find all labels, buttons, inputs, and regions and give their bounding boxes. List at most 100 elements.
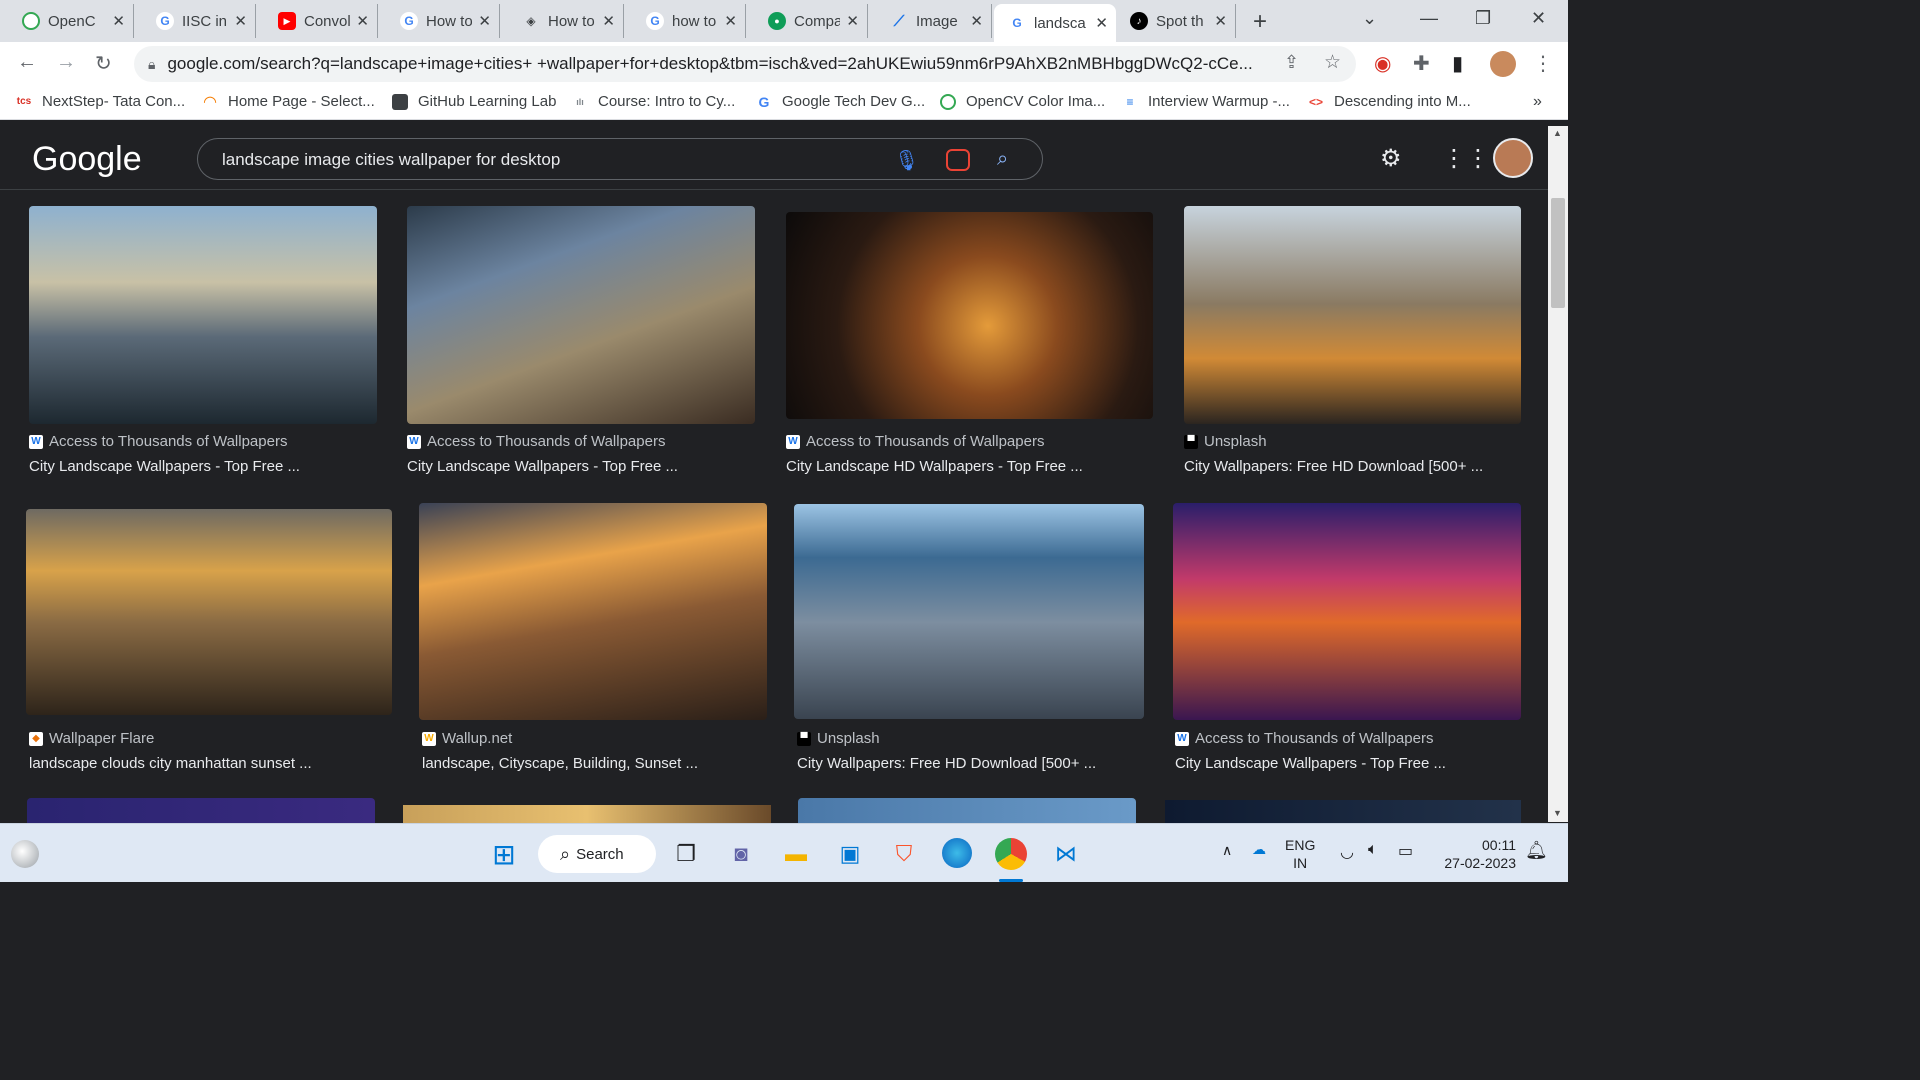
tab-3[interactable]: G How to ✕ — [378, 4, 500, 38]
new-tab-icon[interactable]: + — [1253, 8, 1267, 36]
result-image[interactable] — [786, 212, 1153, 419]
close-icon[interactable]: ✕ — [846, 12, 859, 30]
tab-search-chevron-icon[interactable]: ⌄ — [1362, 8, 1377, 29]
onedrive-icon[interactable]: ☁ — [1252, 841, 1266, 858]
result-title[interactable]: City Wallpapers: Free HD Download [500+ … — [797, 755, 1096, 772]
wifi-icon[interactable]: ◡ — [1340, 842, 1354, 862]
result-title[interactable]: City Landscape Wallpapers - Top Free ... — [29, 458, 300, 475]
close-icon[interactable]: ✕ — [724, 12, 737, 30]
microsoft-store-icon[interactable]: ▣ — [834, 838, 866, 870]
bookmark-0[interactable]: tcs NextStep- Tata Con... — [16, 93, 185, 110]
apps-grid-icon[interactable]: ⋮⋮ — [1442, 144, 1490, 173]
account-avatar[interactable] — [1493, 138, 1533, 178]
close-icon[interactable]: ✕ — [478, 12, 491, 30]
side-panel-icon[interactable]: ▮ — [1452, 51, 1463, 76]
close-icon[interactable]: ✕ — [356, 12, 369, 30]
windows-start-icon[interactable]: ⊞ — [488, 838, 520, 870]
search-box[interactable]: landscape image cities wallpaper for des… — [197, 138, 1043, 180]
tab-7[interactable]: ⟋ Image ✕ — [868, 4, 992, 38]
task-view-icon[interactable]: ❐ — [670, 838, 702, 870]
result-title[interactable]: landscape clouds city manhattan sunset .… — [29, 755, 312, 772]
bookmark-6[interactable]: ≡ Interview Warmup -... — [1122, 93, 1290, 110]
result-card-partial[interactable] — [798, 798, 1136, 823]
tab-2[interactable]: ▶ Convol ✕ — [256, 4, 378, 38]
tray-overflow-chevron-icon[interactable]: ∧ — [1222, 842, 1232, 859]
search-icon[interactable]: ⌕ — [997, 148, 1008, 171]
result-title[interactable]: City Landscape Wallpapers - Top Free ... — [1175, 755, 1446, 772]
tab-6[interactable]: ● Compa ✕ — [746, 4, 868, 38]
settings-gear-icon[interactable]: ⚙ — [1380, 144, 1402, 173]
search-query[interactable]: landscape image cities wallpaper for des… — [222, 150, 560, 170]
tab-9[interactable]: ♪ Spot th ✕ — [1118, 4, 1236, 38]
google-logo[interactable]: Google — [32, 140, 142, 179]
clock[interactable]: 00:11 27-02-2023 — [1436, 836, 1516, 872]
address-bar[interactable]: 🔒︎ google.com/search?q=landscape+image+c… — [134, 46, 1356, 82]
language-indicator[interactable]: ENG IN — [1285, 836, 1315, 872]
bookmark-1[interactable]: ◠ Home Page - Select... — [202, 93, 375, 111]
tab-8-active[interactable]: G landsca ✕ — [994, 4, 1116, 42]
result-source[interactable]: W Access to Thousands of Wallpapers — [407, 433, 665, 450]
taskbar-search[interactable]: ⌕ Search — [538, 835, 656, 873]
close-icon[interactable]: ✕ — [234, 12, 247, 30]
tab-1[interactable]: G IISC in ✕ — [134, 4, 256, 38]
result-title[interactable]: City Landscape HD Wallpapers - Top Free … — [786, 458, 1083, 475]
close-icon[interactable]: ✕ — [1214, 12, 1227, 30]
result-title[interactable]: City Wallpapers: Free HD Download [500+ … — [1184, 458, 1483, 475]
extensions-puzzle-icon[interactable]: ✚ — [1413, 51, 1430, 76]
forward-arrow-icon[interactable]: → — [56, 51, 76, 74]
chrome-browser-icon[interactable] — [995, 838, 1027, 870]
tab-0[interactable]: OpenC ✕ — [0, 4, 134, 38]
result-source[interactable]: ◆ Wallpaper Flare — [29, 730, 154, 747]
volume-icon[interactable]: 🔈︎ — [1368, 841, 1378, 859]
scrollbar-thumb[interactable] — [1551, 198, 1565, 308]
result-source[interactable]: W Access to Thousands of Wallpapers — [29, 433, 287, 450]
tab-5[interactable]: G how to ✕ — [624, 4, 746, 38]
minimize-icon[interactable]: — — [1420, 8, 1438, 29]
result-card-partial[interactable] — [27, 798, 375, 823]
teams-chat-icon[interactable]: ◙ — [725, 838, 757, 870]
result-source[interactable]: W Access to Thousands of Wallpapers — [1175, 730, 1433, 747]
result-image[interactable] — [794, 504, 1144, 719]
result-card-partial[interactable] — [403, 805, 771, 823]
result-source[interactable]: W Wallup.net — [422, 730, 512, 747]
restore-icon[interactable]: ❐ — [1475, 8, 1491, 29]
result-image[interactable] — [419, 503, 767, 720]
result-source[interactable]: W Access to Thousands of Wallpapers — [786, 433, 1044, 450]
result-source[interactable]: ▀ Unsplash — [1184, 433, 1267, 450]
result-image[interactable] — [1184, 206, 1521, 424]
vscode-icon[interactable]: ⋈ — [1050, 838, 1082, 870]
bookmark-5[interactable]: OpenCV Color Ima... — [940, 93, 1105, 110]
notification-bell-icon[interactable]: 🔔︎ — [1525, 840, 1548, 861]
result-image[interactable] — [26, 509, 392, 715]
back-arrow-icon[interactable]: ← — [17, 51, 37, 74]
result-title[interactable]: landscape, Cityscape, Building, Sunset .… — [422, 755, 698, 772]
result-image[interactable] — [29, 206, 377, 424]
result-card-partial[interactable] — [1165, 800, 1521, 823]
result-title[interactable]: City Landscape Wallpapers - Top Free ... — [407, 458, 678, 475]
reload-icon[interactable]: ↻ — [95, 51, 112, 76]
result-image[interactable] — [1173, 503, 1521, 720]
tab-4[interactable]: ◈ How to ✕ — [500, 4, 624, 38]
bookmark-2[interactable]: GitHub Learning Lab — [392, 93, 556, 110]
camera-lens-icon[interactable] — [946, 149, 970, 171]
result-image[interactable] — [407, 206, 755, 424]
url-text[interactable]: google.com/search?q=landscape+image+citi… — [167, 54, 1267, 74]
scroll-up-icon[interactable]: ▲ — [1553, 128, 1562, 138]
extension-record-icon[interactable]: ◉ — [1374, 51, 1391, 76]
close-icon[interactable]: ✕ — [970, 12, 983, 30]
profile-avatar[interactable] — [1490, 51, 1516, 77]
menu-kebab-icon[interactable]: ⋮ — [1533, 51, 1553, 76]
more-bookmarks-icon[interactable]: » — [1533, 93, 1542, 111]
window-close-icon[interactable]: ✕ — [1531, 8, 1546, 29]
close-icon[interactable]: ✕ — [112, 12, 125, 30]
close-icon[interactable]: ✕ — [602, 12, 615, 30]
result-source[interactable]: ▀ Unsplash — [797, 730, 880, 747]
close-icon[interactable]: ✕ — [1095, 14, 1108, 32]
widgets-weather-icon[interactable] — [11, 840, 39, 868]
file-explorer-icon[interactable]: ▬ — [780, 838, 812, 870]
page-scrollbar[interactable]: ▲ ▼ — [1548, 126, 1568, 822]
bookmark-7[interactable]: <> Descending into M... — [1308, 93, 1471, 110]
lock-icon[interactable]: 🔒︎ — [148, 56, 155, 73]
bookmark-3[interactable]: ılı Course: Intro to Cy... — [572, 93, 735, 110]
microphone-icon[interactable]: 🎙︎ — [894, 148, 919, 173]
